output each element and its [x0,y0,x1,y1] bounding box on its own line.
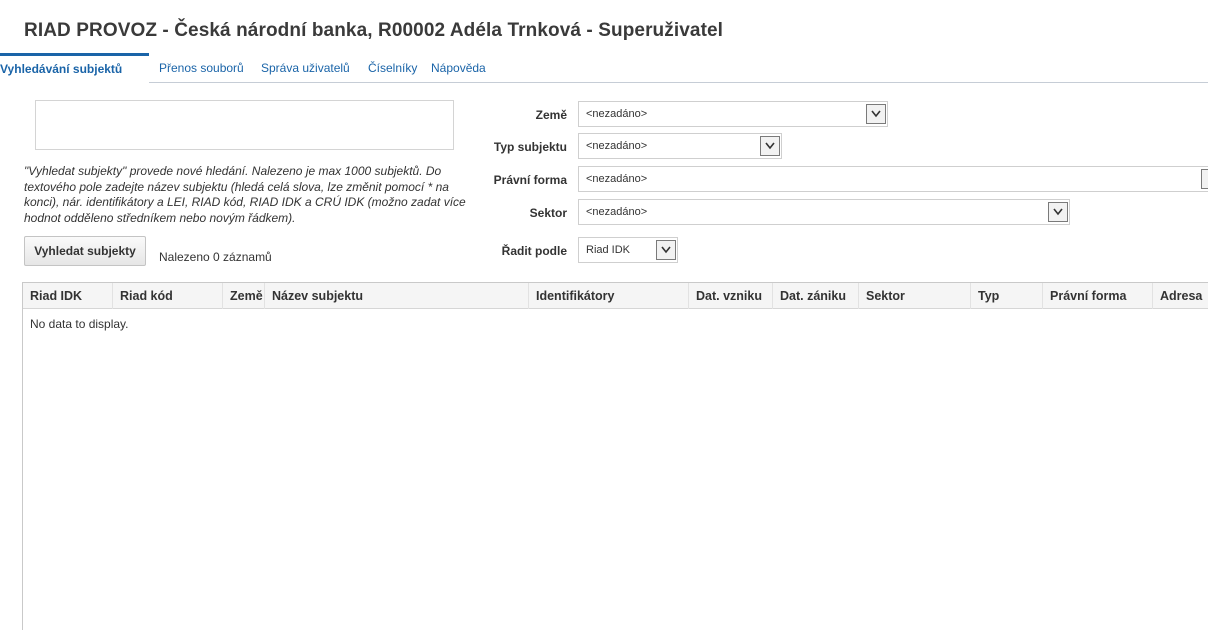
chevron-down-icon[interactable] [760,136,780,156]
column-header-legal-form[interactable]: Právní forma [1043,283,1153,309]
column-header-sector[interactable]: Sektor [859,283,971,309]
column-header-subject-name[interactable]: Název subjektu [265,283,529,309]
column-header-date-created[interactable]: Dat. vzniku [689,283,773,309]
sector-select[interactable]: <nezadáno> [578,199,1070,225]
subject-type-label: Typ subjektu [493,140,567,154]
subject-type-select[interactable]: <nezadáno> [578,133,782,159]
legal-form-select[interactable]: <nezadáno> [578,166,1208,192]
tab-codebooks[interactable]: Číselníky [368,53,417,83]
search-help-text: "Vyhledat subjekty" provede nové hledání… [24,164,466,225]
search-subjects-button[interactable]: Vyhledat subjekty [24,236,146,266]
tab-user-management[interactable]: Správa uživatelů [261,53,350,83]
tab-label: Vyhledávání subjektů [0,62,123,76]
sort-by-select[interactable]: Riad IDK [578,237,678,263]
legal-form-value: <nezadáno> [586,173,648,185]
chevron-down-icon[interactable] [656,240,676,260]
chevron-down-icon[interactable] [1201,169,1208,189]
subject-type-value: <nezadáno> [586,140,648,152]
column-header-address[interactable]: Adresa [1153,283,1208,309]
tab-subject-search[interactable]: Vyhledávání subjektů [0,53,149,84]
result-count: Nalezeno 0 záznamů [159,250,272,264]
sector-label: Sektor [529,206,567,220]
column-header-date-dissolved[interactable]: Dat. zániku [773,283,859,309]
tab-bar: Vyhledávání subjektů Přenos souborů Sprá… [0,53,1208,84]
search-input[interactable] [35,100,454,150]
chevron-down-icon[interactable] [866,104,886,124]
column-header-type[interactable]: Typ [971,283,1043,309]
chevron-down-icon[interactable] [1048,202,1068,222]
sector-value: <nezadáno> [586,206,648,218]
results-table: Riad IDK Riad kód Země Název subjektu Id… [22,282,1208,630]
column-header-identifiers[interactable]: Identifikátory [529,283,689,309]
tab-file-transfer[interactable]: Přenos souborů [159,53,244,83]
legal-form-label: Právní forma [493,173,567,187]
column-header-riad-kod[interactable]: Riad kód [113,283,223,309]
empty-table-message: No data to display. [30,317,129,331]
sort-by-label: Řadit podle [501,244,567,258]
column-header-riad-idk[interactable]: Riad IDK [23,283,113,309]
country-select[interactable]: <nezadáno> [578,101,888,127]
column-header-country[interactable]: Země [223,283,265,309]
table-header: Riad IDK Riad kód Země Název subjektu Id… [23,283,1208,309]
country-value: <nezadáno> [586,108,648,120]
sort-by-value: Riad IDK [586,244,631,256]
page-title: RIAD PROVOZ - Česká národní banka, R0000… [24,20,724,41]
country-label: Země [535,108,567,122]
tab-help[interactable]: Nápověda [431,53,486,83]
